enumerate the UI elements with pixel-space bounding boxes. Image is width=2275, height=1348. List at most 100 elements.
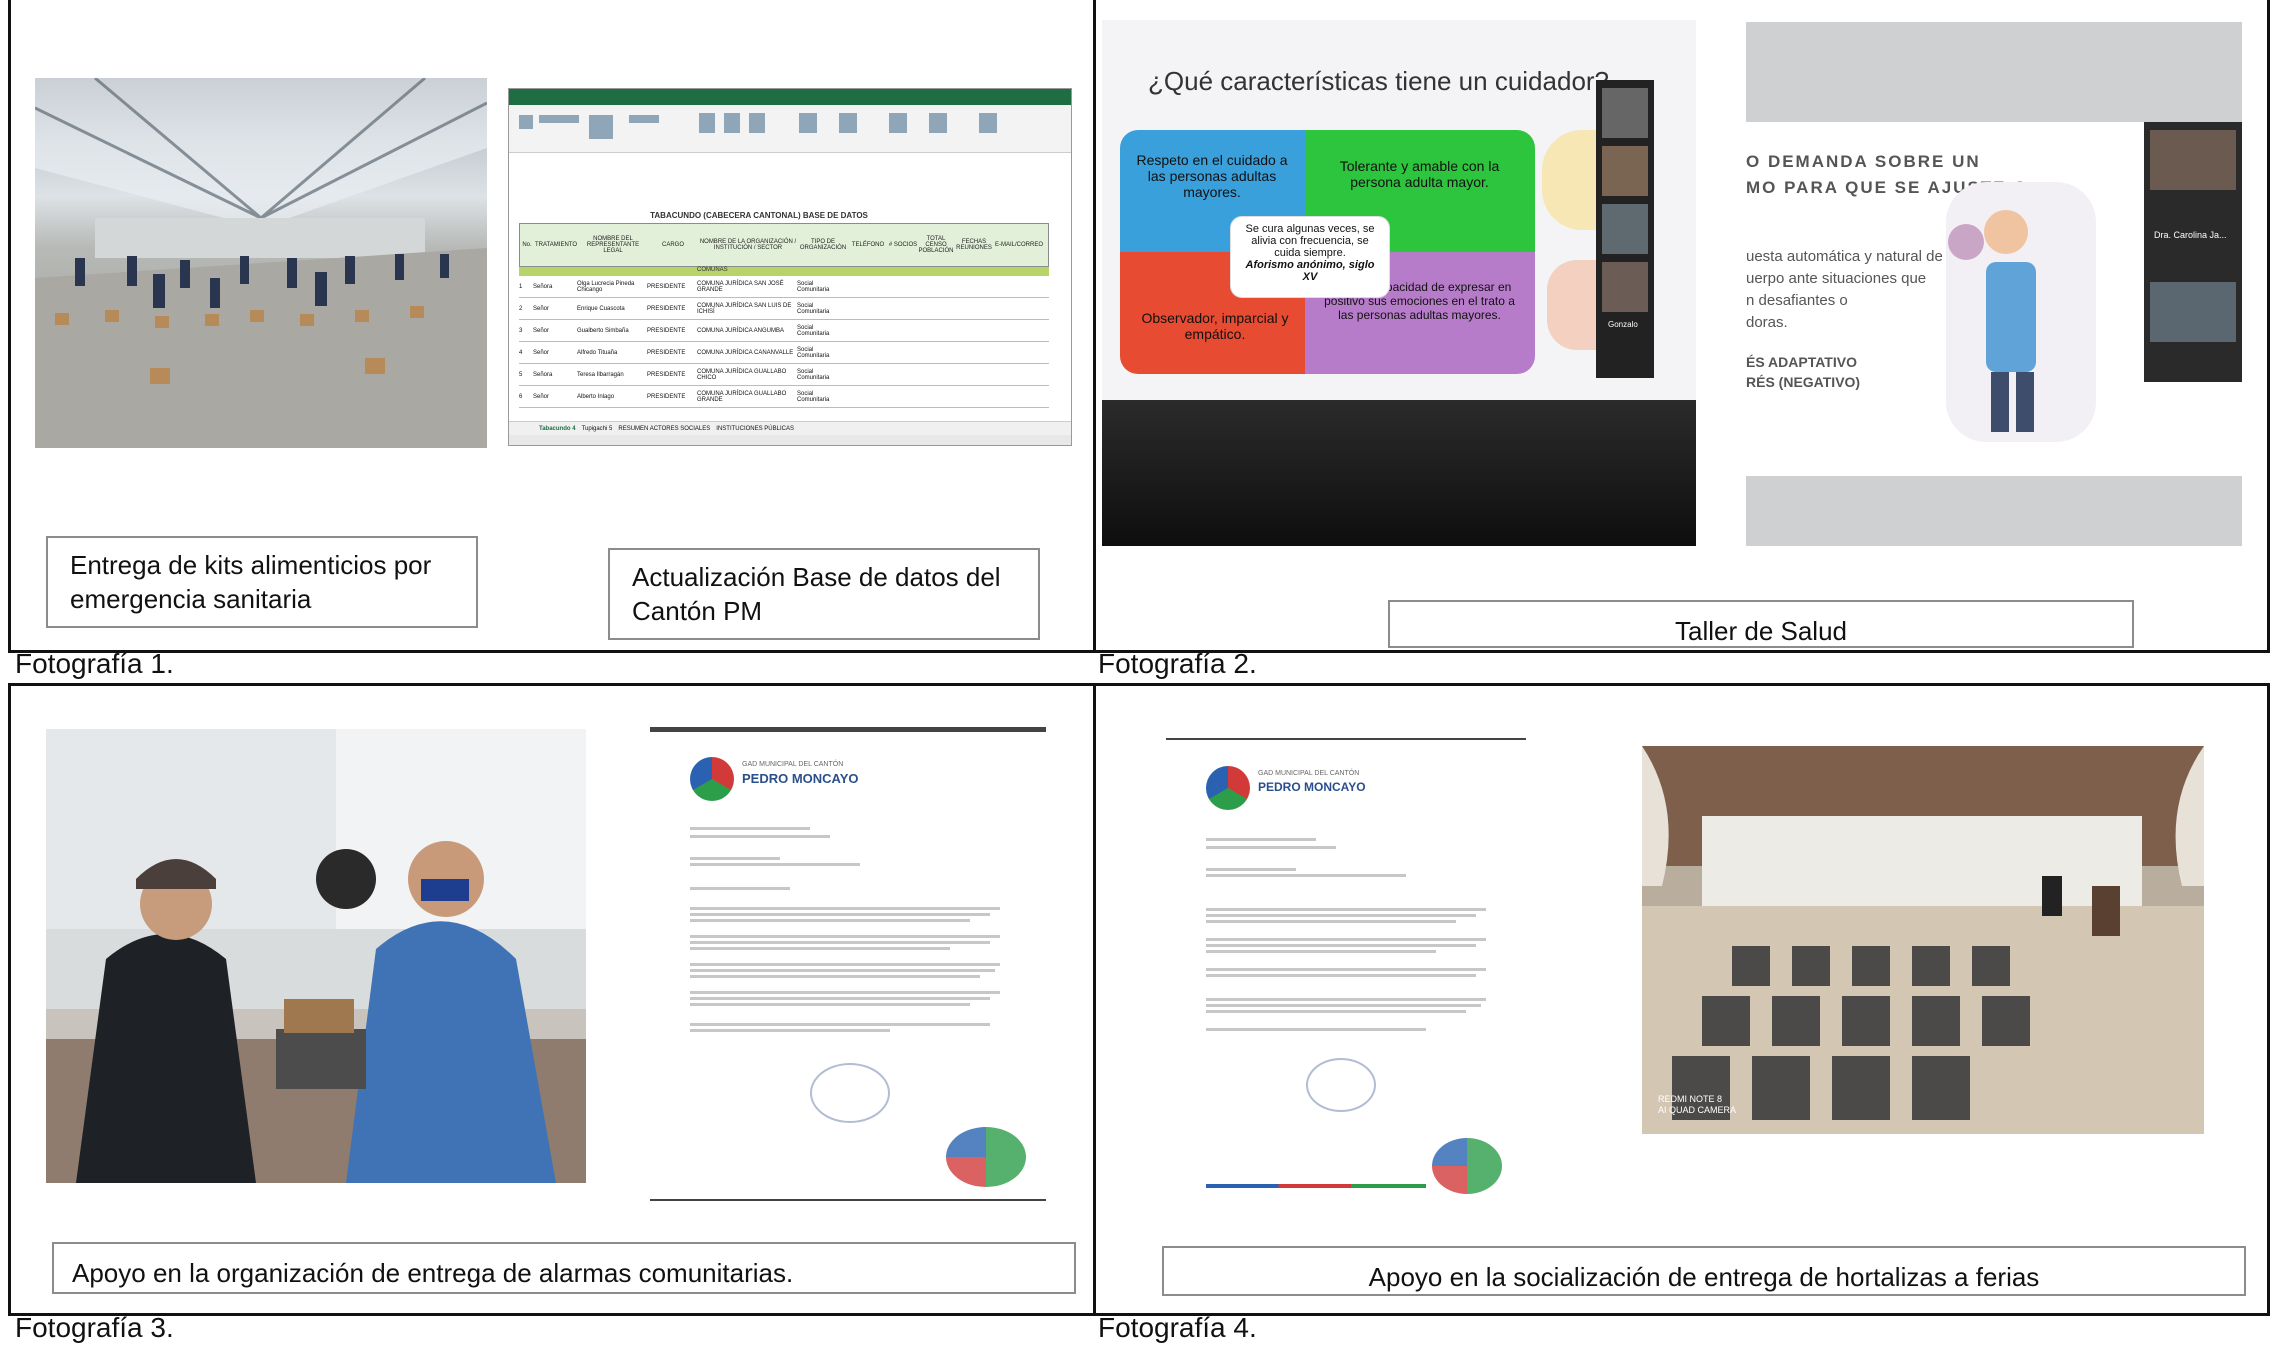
camera-model: REDMI NOTE 8: [1658, 1094, 1723, 1104]
letter-municipality: PEDRO MONCAYO: [1258, 780, 1366, 794]
header-no: No.: [522, 242, 532, 248]
participant-tile: [1602, 204, 1648, 254]
header-telefono: TELÉFONO: [851, 242, 885, 248]
table-row: 5 Señora Teresa Ilbarragán PRESIDENTE CO…: [519, 364, 1049, 386]
alarm-delivery-photo: [46, 729, 586, 1183]
laptop-keyboard: [1102, 400, 1696, 546]
quadrant-top-left-text: Respeto en el cuidado a las personas adu…: [1136, 152, 1288, 200]
figure-3-label: Fotografía 3.: [15, 1312, 174, 1343]
figure-2-label: Fotografía 2.: [1098, 648, 1257, 679]
row-representante: Gualberto Simbaña: [577, 327, 629, 334]
stress-line: uesta automática y natural de: [1746, 248, 1943, 265]
letter-document-4: GAD MUNICIPAL DEL CANTÓN PEDRO MONCAYO: [1166, 738, 1526, 1202]
row-organizacion: COMUNA JURÍDICA ANGUMBA: [697, 327, 785, 334]
section-label: COMUNAS: [697, 267, 728, 273]
row-no: 6: [519, 393, 523, 400]
header-tratamiento: TRATAMIENTO: [535, 242, 577, 248]
slide-screen: ¿Qué características tiene un cuidador? …: [1102, 20, 1696, 400]
quadrant-bottom-left-text: Observador, imparcial y empático.: [1141, 310, 1289, 342]
header-censo: TOTAL CENSO POBLACIÓN: [918, 236, 954, 254]
caption-alarmas-text: Apoyo en la organización de entrega de a…: [72, 1258, 794, 1288]
table-row: 3 Señor Gualberto Simbaña PRESIDENTE COM…: [519, 320, 1049, 342]
center-quote-source: Aforismo anónimo, siglo XV: [1245, 259, 1375, 283]
caption-kits-text: Entrega de kits alimenticios por emergen…: [70, 550, 432, 614]
header-email: E-MAIL/CORREO: [994, 242, 1043, 248]
stress-line: RÉS (NEGATIVO): [1746, 374, 1861, 390]
slide-title: ¿Qué características tiene un cuidador?: [1148, 66, 1610, 96]
signature-stamp-4: [1306, 1058, 1376, 1112]
row-representante: Alberto Inlago: [577, 393, 615, 400]
row-tipo: Social Comunitaria: [797, 390, 830, 403]
stress-line: ÉS ADAPTATIVO: [1746, 354, 1857, 370]
video-participant-strip-2: Dra. Carolina Ja...: [2144, 122, 2242, 382]
row-tipo: Social Comunitaria: [797, 368, 830, 381]
header-fechas: FECHAS REUNIONES: [956, 239, 992, 251]
camera-watermark: REDMI NOTE 8 AI QUAD CAMERA: [1658, 1094, 1736, 1116]
caption-database: Actualización Base de datos del Cantón P…: [608, 548, 1040, 640]
row-organizacion: COMUNA JURÍDICA GUALLABO CHICO: [697, 368, 787, 381]
footer-seal-4: [1432, 1138, 1502, 1194]
row-tratamiento: Señora: [533, 283, 553, 290]
row-cargo: PRESIDENTE: [647, 349, 686, 356]
participant-tile: [2150, 282, 2236, 342]
caption-hortalizas: Apoyo en la socialización de entrega de …: [1162, 1246, 2246, 1296]
row-tratamiento: Señor: [533, 393, 550, 400]
row-tratamiento: Señor: [533, 327, 550, 334]
spreadsheet-section-row: COMUNAS: [519, 267, 1049, 276]
row-no: 4: [519, 349, 523, 356]
participant-tile: [1602, 88, 1648, 138]
stress-line: n desafiantes o: [1746, 292, 1848, 309]
row-representante: Enrique Cuascota: [577, 305, 625, 312]
row-cargo: PRESIDENTE: [647, 327, 686, 334]
stress-line: doras.: [1746, 314, 1788, 331]
signature-stamp-3: [810, 1063, 890, 1123]
row-tipo: Social Comunitaria: [797, 324, 830, 337]
spreadsheet-title: TABACUNDO (CABECERA CANTONAL) BASE DE DA…: [650, 211, 868, 220]
spreadsheet-titlebar: [509, 89, 1071, 105]
caption-taller: Taller de Salud: [1388, 600, 2134, 648]
stress-line: uerpo ante situaciones que: [1746, 270, 1927, 287]
spreadsheet-screenshot: TABACUNDO (CABECERA CANTONAL) BASE DE DA…: [508, 88, 1072, 446]
header-tipo: TIPO DE ORGANIZACIÓN: [799, 239, 847, 251]
row-no: 5: [519, 371, 523, 378]
caption-hortalizas-text: Apoyo en la socialización de entrega de …: [1368, 1262, 2040, 1292]
header-representante: NOMBRE DEL REPRESENTANTE LEGAL: [586, 236, 640, 254]
row-representante: Teresa Ilbarragán: [577, 371, 624, 378]
table-row: 1 Señora Olga Lucrecia Pineda Chicango P…: [519, 276, 1049, 298]
row-tipo: Social Comunitaria: [797, 302, 830, 315]
row-representante: Alfredo Tituaña: [577, 349, 618, 356]
letter-org-name: GAD MUNICIPAL DEL CANTÓN: [1258, 770, 1360, 777]
header-organizacion: NOMBRE DE LA ORGANIZACIÓN / INSTITUCIÓN …: [699, 239, 797, 251]
stressed-person-illustration: [1946, 182, 2096, 442]
table-row: 6 Señor Alberto Inlago PRESIDENTE COMUNA…: [519, 386, 1049, 408]
slide-center-quote: Se cura algunas veces, se alivia con fre…: [1230, 216, 1390, 298]
participant-name: Dra. Carolina Ja...: [2154, 230, 2227, 240]
row-cargo: PRESIDENTE: [647, 371, 686, 378]
letter-body-3: [690, 827, 1010, 1087]
spreadsheet-statusbar: [509, 435, 1071, 445]
caption-taller-text: Taller de Salud: [1675, 616, 1847, 646]
row-cargo: PRESIDENTE: [647, 393, 686, 400]
figure-1-label: Fotografía 1.: [15, 648, 174, 679]
pedro-moncayo-logo: [1206, 766, 1250, 810]
spreadsheet-ribbon: [509, 105, 1071, 153]
camera-label: AI QUAD CAMERA: [1658, 1105, 1737, 1115]
figure-4-label: Fotografía 4.: [1098, 1312, 1257, 1343]
letter-top-rule: [650, 727, 1046, 732]
sheet-tab[interactable]: Tupigachi 5: [582, 426, 613, 432]
row-no: 2: [519, 305, 523, 312]
row-tipo: Social Comunitaria: [797, 346, 830, 359]
sheet-tab[interactable]: Tabacundo 4: [539, 426, 576, 432]
warehouse-photo: [35, 78, 487, 448]
row-no: 1: [519, 283, 523, 290]
caption-alarmas: Apoyo en la organización de entrega de a…: [52, 1242, 1076, 1294]
table-row: 4 Señor Alfredo Tituaña PRESIDENTE COMUN…: [519, 342, 1049, 364]
video-participants-strip: Gonzalo: [1596, 80, 1654, 378]
letter-document-3: GAD MUNICIPAL DEL CANTÓN PEDRO MONCAYO: [650, 727, 1046, 1201]
sheet-tab[interactable]: INSTITUCIONES PÚBLICAS: [716, 426, 794, 432]
row-no: 3: [519, 327, 523, 334]
row-organizacion: COMUNA JURÍDICA CANANVALLE: [697, 349, 794, 356]
sheet-tab[interactable]: RESUMEN ACTORES SOCIALES: [618, 426, 710, 432]
row-organizacion: COMUNA JURÍDICA GUALLABO GRANDE: [697, 390, 787, 403]
meeting-room-photo: REDMI NOTE 8 AI QUAD CAMERA: [1642, 746, 2204, 1134]
